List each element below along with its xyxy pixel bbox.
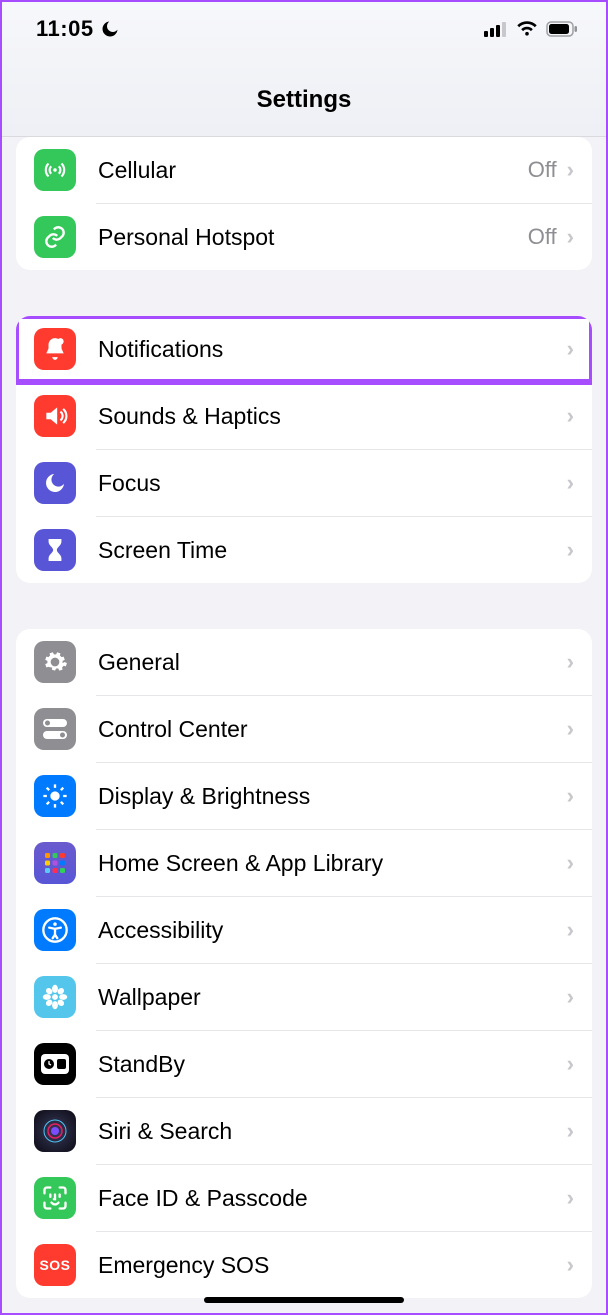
row-control-center[interactable]: Control Center › [16, 696, 592, 762]
grid-icon [34, 842, 76, 884]
gear-icon [34, 641, 76, 683]
chevron-right-icon: › [567, 716, 574, 742]
row-label: Siri & Search [98, 1118, 567, 1145]
row-label: Emergency SOS [98, 1252, 567, 1279]
sun-icon [34, 775, 76, 817]
row-label: Sounds & Haptics [98, 403, 567, 430]
section-general: General › Control Center › Display & Bri… [16, 629, 592, 1298]
row-standby[interactable]: StandBy › [16, 1031, 592, 1097]
chevron-right-icon: › [567, 783, 574, 809]
section-alerts: Notifications › Sounds & Haptics › Focus… [16, 316, 592, 583]
row-label: Home Screen & App Library [98, 850, 567, 877]
row-label: Control Center [98, 716, 567, 743]
focus-moon-icon [100, 19, 120, 39]
chevron-right-icon: › [567, 224, 574, 250]
row-label: Accessibility [98, 917, 567, 944]
row-label: Wallpaper [98, 984, 567, 1011]
row-focus[interactable]: Focus › [16, 450, 592, 516]
row-label: Display & Brightness [98, 783, 567, 810]
row-wallpaper[interactable]: Wallpaper › [16, 964, 592, 1030]
chevron-right-icon: › [567, 157, 574, 183]
wifi-icon [516, 21, 538, 37]
row-faceid-passcode[interactable]: Face ID & Passcode › [16, 1165, 592, 1231]
faceid-icon [34, 1177, 76, 1219]
access-icon [34, 909, 76, 951]
row-notifications[interactable]: Notifications › [16, 316, 592, 382]
chevron-right-icon: › [567, 403, 574, 429]
row-label: Notifications [98, 336, 567, 363]
chevron-right-icon: › [567, 649, 574, 675]
flower-icon [34, 976, 76, 1018]
row-label: Face ID & Passcode [98, 1185, 567, 1212]
row-value: Off [528, 157, 557, 183]
row-label: StandBy [98, 1051, 567, 1078]
row-accessibility[interactable]: Accessibility › [16, 897, 592, 963]
row-general[interactable]: General › [16, 629, 592, 695]
chevron-right-icon: › [567, 336, 574, 362]
chevron-right-icon: › [567, 1118, 574, 1144]
sos-icon: SOS [34, 1244, 76, 1286]
row-label: Focus [98, 470, 567, 497]
section-connectivity: Cellular Off › Personal Hotspot Off › [16, 137, 592, 270]
link-icon [34, 216, 76, 258]
status-time: 11:05 [36, 16, 94, 42]
row-label: Personal Hotspot [98, 224, 528, 251]
page-title: Settings [2, 86, 606, 114]
row-screen-time[interactable]: Screen Time › [16, 517, 592, 583]
chevron-right-icon: › [567, 470, 574, 496]
row-display-brightness[interactable]: Display & Brightness › [16, 763, 592, 829]
row-label: Screen Time [98, 537, 567, 564]
chevron-right-icon: › [567, 984, 574, 1010]
chevron-right-icon: › [567, 917, 574, 943]
row-siri-search[interactable]: Siri & Search › [16, 1098, 592, 1164]
chevron-right-icon: › [567, 537, 574, 563]
battery-icon [546, 21, 578, 37]
hourglass-icon [34, 529, 76, 571]
header: Settings [2, 56, 606, 137]
toggles-icon [34, 708, 76, 750]
speaker-icon [34, 395, 76, 437]
antenna-icon [34, 149, 76, 191]
standby-icon [34, 1043, 76, 1085]
siri-icon [34, 1110, 76, 1152]
status-bar: 11:05 [2, 2, 606, 56]
row-value: Off [528, 224, 557, 250]
moon-icon [34, 462, 76, 504]
row-home-screen[interactable]: Home Screen & App Library › [16, 830, 592, 896]
row-personal-hotspot[interactable]: Personal Hotspot Off › [16, 204, 592, 270]
cellular-signal-icon [484, 21, 508, 37]
chevron-right-icon: › [567, 1051, 574, 1077]
row-emergency-sos[interactable]: SOS Emergency SOS › [16, 1232, 592, 1298]
chevron-right-icon: › [567, 850, 574, 876]
row-cellular[interactable]: Cellular Off › [16, 137, 592, 203]
row-label: General [98, 649, 567, 676]
row-sounds-haptics[interactable]: Sounds & Haptics › [16, 383, 592, 449]
chevron-right-icon: › [567, 1252, 574, 1278]
chevron-right-icon: › [567, 1185, 574, 1211]
home-indicator[interactable] [204, 1297, 404, 1303]
bell-icon [34, 328, 76, 370]
row-label: Cellular [98, 157, 528, 184]
